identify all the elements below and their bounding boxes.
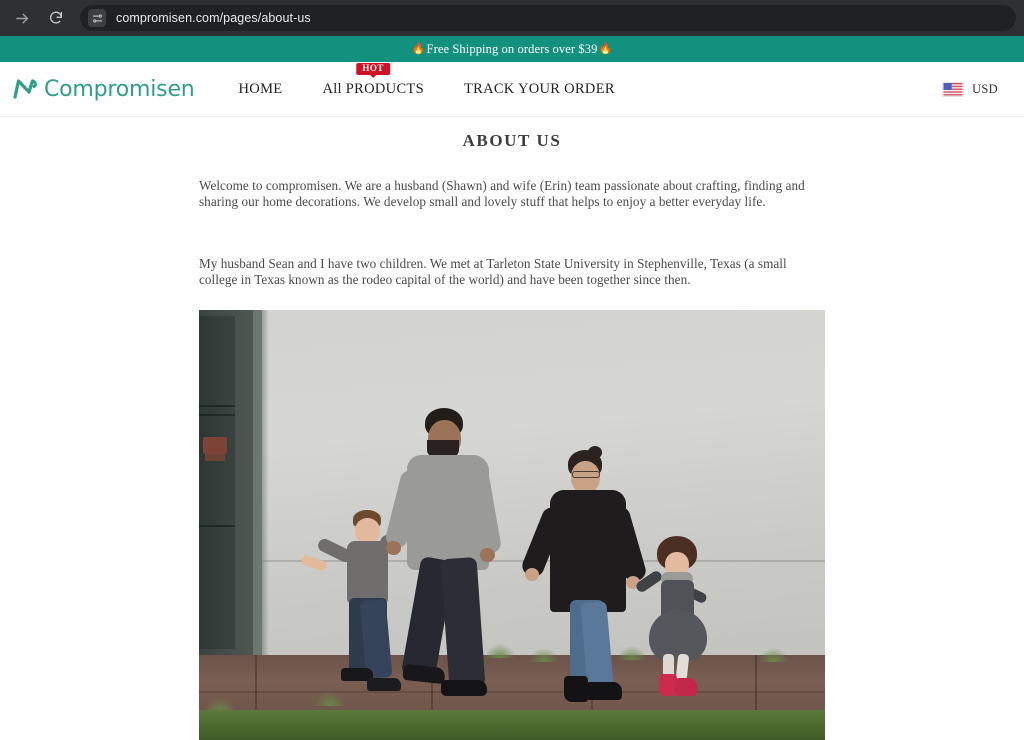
photo-weed (759, 648, 789, 663)
reload-icon[interactable] (42, 4, 70, 32)
currency-selector[interactable]: USD (942, 81, 998, 97)
photo-door-panel-line (199, 405, 235, 408)
photo-door-edge (253, 310, 262, 656)
family-walking-photo (199, 310, 825, 740)
browser-toolbar: compromisen.com/pages/about-us (0, 0, 1024, 36)
address-bar[interactable]: compromisen.com/pages/about-us (80, 5, 1016, 31)
photo-door-panel-line (199, 525, 235, 528)
photo-door-panel-line (199, 414, 235, 417)
photo-walk-line (755, 655, 757, 718)
compromisen-logo-icon (12, 78, 38, 100)
promo-message: Free Shipping on orders over $39 (426, 41, 598, 56)
photo-walk-line (255, 655, 257, 718)
nav-item-home[interactable]: HOME (219, 81, 303, 98)
promo-text: 🔥 Free Shipping on orders over $39 🔥 (412, 42, 612, 57)
currency-label: USD (972, 81, 998, 96)
brand-name: Compromisen (44, 76, 195, 102)
page-title: ABOUT US (462, 131, 562, 150)
page-content: ABOUT US Welcome to compromisen. We are … (0, 117, 1024, 740)
photo-figure-girl (634, 536, 721, 702)
us-flag-icon (942, 81, 965, 97)
about-paragraph-2: My husband Sean and I have two children.… (199, 256, 787, 287)
brand-logo[interactable]: Compromisen (12, 77, 195, 102)
site-settings-icon[interactable] (88, 9, 106, 27)
photo-grass (199, 710, 825, 740)
nav-label: TRACK YOUR ORDER (463, 80, 615, 97)
site-header: Compromisen HOME HOT All PRODUCTS TRACK … (0, 62, 1024, 117)
nav-item-all-products[interactable]: HOT All PRODUCTS (302, 62, 444, 98)
photo-door-shadow (262, 310, 269, 656)
hot-badge: HOT (356, 62, 390, 75)
flame-icon-right: 🔥 (598, 42, 613, 55)
photo-door (199, 316, 235, 650)
nav-label: All PRODUCTS (322, 80, 424, 97)
nav-item-track-your-order[interactable]: TRACK YOUR ORDER (444, 81, 635, 98)
photo-figure-man (383, 408, 527, 708)
promo-banner: 🔥 Free Shipping on orders over $39 🔥 (0, 36, 1024, 62)
forward-arrow-icon[interactable] (8, 4, 36, 32)
about-paragraph-1: Welcome to compromisen. We are a husband… (199, 178, 805, 209)
flame-icon-left: 🔥 (411, 42, 426, 55)
nav-label: HOME (238, 80, 283, 97)
url-text: compromisen.com/pages/about-us (116, 11, 311, 25)
main-navigation: HOME HOT All PRODUCTS TRACK YOUR ORDER (219, 62, 635, 98)
photo-door-rust (203, 437, 227, 455)
about-text-column: Welcome to compromisen. We are a husband… (199, 178, 825, 287)
